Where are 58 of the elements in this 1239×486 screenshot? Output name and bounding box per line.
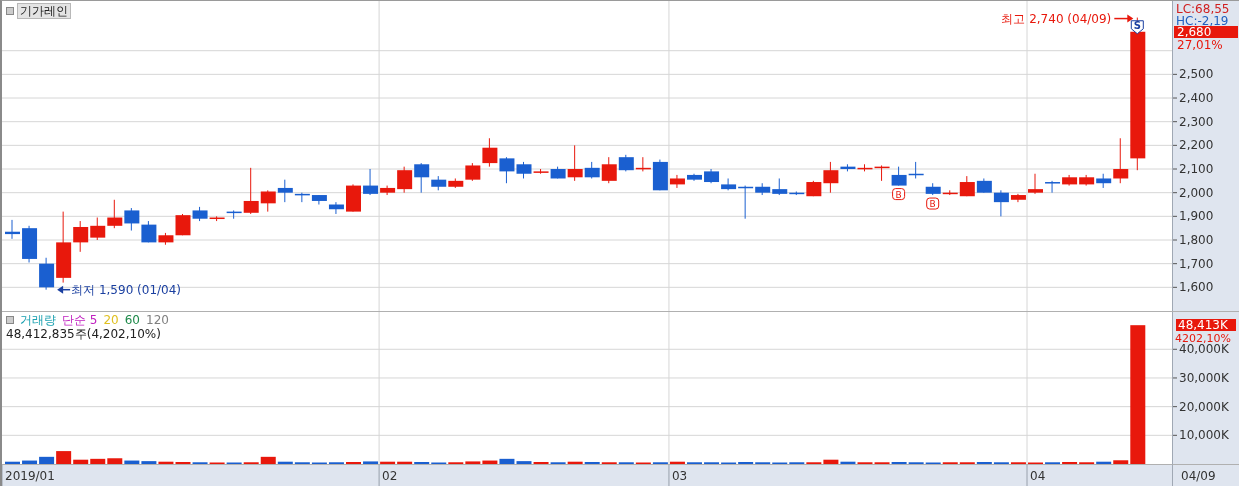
date-label: 02 bbox=[382, 469, 398, 483]
sell-marker: S bbox=[1130, 19, 1144, 35]
lc-value: LC:68,55 bbox=[1176, 2, 1230, 16]
price-tick-label: 1,900 bbox=[1179, 209, 1214, 224]
price-tick-label: 2,300 bbox=[1179, 114, 1214, 129]
price-tick-label: 2,400 bbox=[1179, 91, 1214, 105]
candle bbox=[311, 194, 327, 205]
date-label: 03 bbox=[671, 469, 688, 483]
panel-toggle-icon[interactable] bbox=[6, 316, 14, 324]
candle bbox=[90, 217, 106, 241]
volume-badge: 48,413K bbox=[1176, 318, 1236, 332]
date-label: 04 bbox=[1030, 469, 1046, 483]
price-tick-label: 1,700 bbox=[1179, 256, 1214, 271]
buy-marker: B bbox=[926, 197, 940, 210]
price-tick-label: 2,000 bbox=[1179, 185, 1214, 200]
volume-tick-label: 20,000K bbox=[1179, 399, 1229, 414]
volume-bar bbox=[5, 461, 20, 464]
volume-summary: 48,412,835주(4,202,10%) bbox=[6, 327, 162, 341]
candle bbox=[1079, 174, 1095, 187]
candle bbox=[908, 161, 924, 179]
price-tick-label: 1,600 bbox=[1179, 280, 1214, 295]
last-date-label: 04/09 bbox=[1181, 469, 1216, 483]
buy-marker: B bbox=[892, 188, 906, 201]
candle bbox=[704, 168, 720, 184]
candle bbox=[891, 166, 907, 187]
candle bbox=[107, 199, 123, 229]
current-price-badge: 2,680 bbox=[1174, 25, 1238, 39]
volume-tick-label: 30,000K bbox=[1179, 370, 1229, 385]
volume-tick-label: 40,000K bbox=[1179, 342, 1229, 357]
candle bbox=[5, 219, 20, 240]
arrow-icon bbox=[1113, 14, 1134, 23]
volume-change-percent: 4202,10% bbox=[1175, 332, 1231, 345]
panel-toggle-icon[interactable] bbox=[6, 7, 14, 15]
moving-average-period: 60 bbox=[124, 313, 140, 327]
moving-average-period: 120 bbox=[146, 313, 169, 327]
change-percent: 27,01% bbox=[1177, 38, 1223, 52]
candle bbox=[687, 173, 702, 182]
low-price-label: 최저 1,590 (01/04) bbox=[71, 282, 182, 297]
high-price-label: 최고 2,740 (04/09) bbox=[1001, 11, 1112, 26]
price-tick-label: 2,100 bbox=[1179, 162, 1214, 176]
price-tick-label: 1,800 bbox=[1179, 233, 1214, 247]
candle bbox=[346, 183, 361, 213]
candle bbox=[1028, 173, 1043, 195]
candle bbox=[22, 225, 38, 263]
moving-average-period: 20 bbox=[103, 313, 119, 327]
candle bbox=[1062, 174, 1078, 187]
arrow-icon bbox=[57, 285, 71, 294]
candle bbox=[328, 201, 344, 215]
candle bbox=[1045, 180, 1061, 194]
volume-tick-label: 10,000K bbox=[1179, 428, 1229, 443]
price-tick-label: 2,200 bbox=[1179, 138, 1214, 153]
hc-value: HC:-2,19 bbox=[1176, 14, 1229, 28]
candle bbox=[124, 207, 140, 232]
volume-title: 거래량 bbox=[20, 313, 56, 327]
stock-name-label: 기가레인 bbox=[17, 3, 71, 19]
moving-average-label: 단순 5 bbox=[62, 313, 98, 327]
date-label: 2019/01 bbox=[5, 469, 55, 483]
price-tick-label: 2,500 bbox=[1179, 67, 1214, 82]
